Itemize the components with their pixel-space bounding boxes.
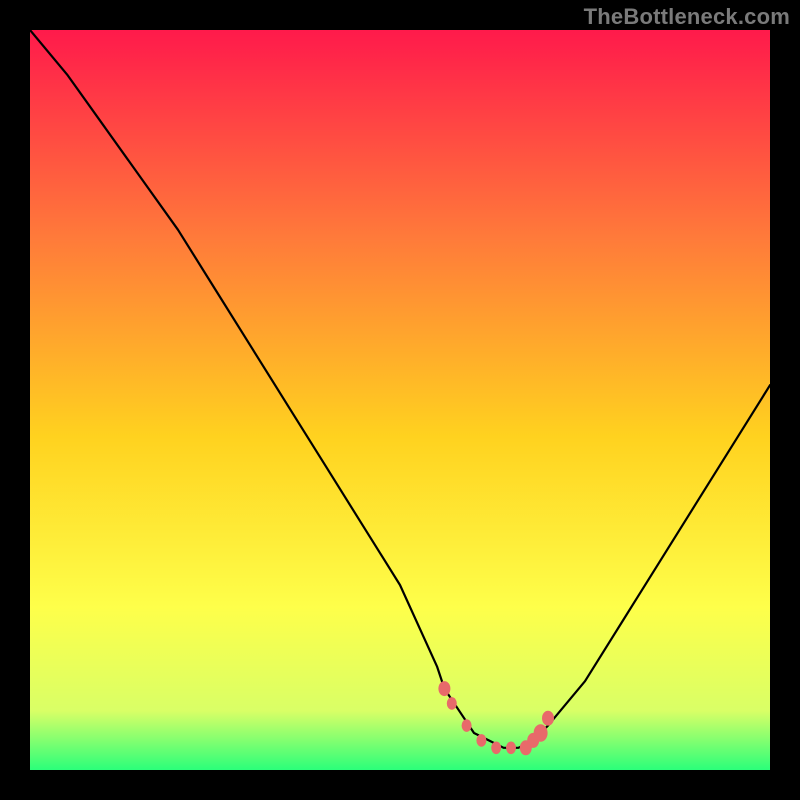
optimal-marker: [438, 681, 450, 696]
bottleneck-chart: [30, 30, 770, 770]
plot-area: [30, 30, 770, 770]
optimal-marker: [506, 742, 516, 755]
gradient-background: [30, 30, 770, 770]
optimal-marker: [476, 734, 486, 747]
optimal-marker: [447, 697, 457, 710]
optimal-marker: [462, 719, 472, 732]
optimal-marker: [534, 724, 548, 742]
optimal-marker: [542, 711, 554, 726]
optimal-marker: [491, 742, 501, 755]
watermark-label: TheBottleneck.com: [584, 4, 790, 30]
chart-frame: TheBottleneck.com: [0, 0, 800, 800]
